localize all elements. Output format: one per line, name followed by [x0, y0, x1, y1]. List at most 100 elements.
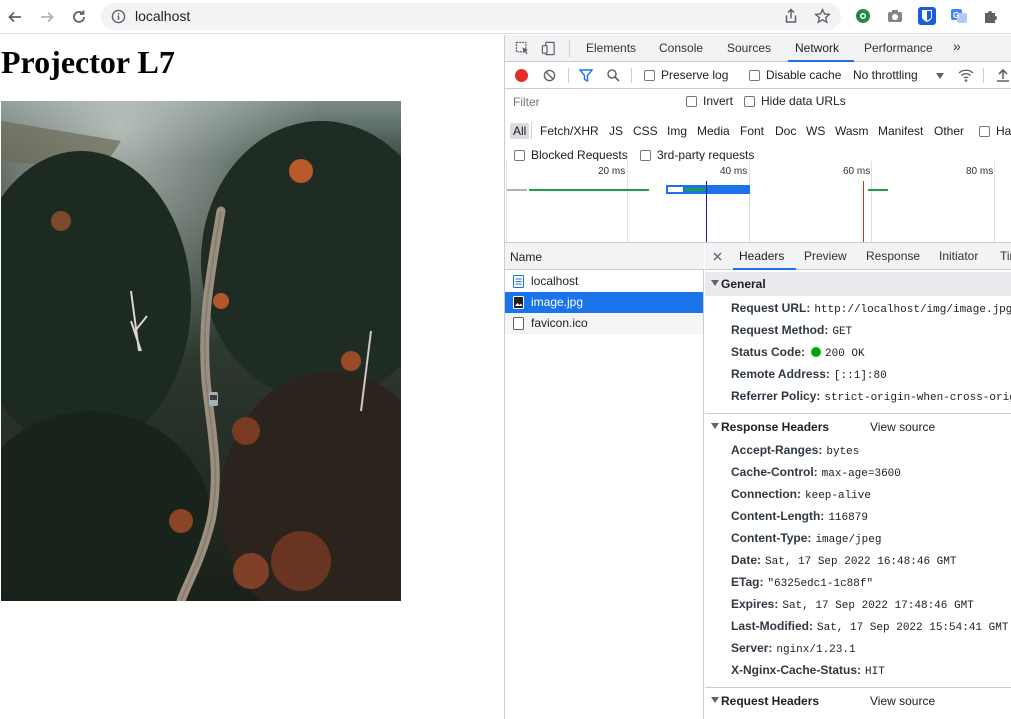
- header-value[interactable]: [::1]:80: [834, 370, 887, 382]
- has-blocked-cookies-checkbox[interactable]: [979, 126, 990, 137]
- tab-sources[interactable]: Sources: [727, 41, 771, 55]
- type-filter-fetch[interactable]: Fetch/XHR: [540, 124, 599, 138]
- bitwarden-icon[interactable]: [918, 7, 936, 25]
- tab-preview[interactable]: Preview: [804, 249, 847, 263]
- request-headers-section-header[interactable]: Request Headers View source: [705, 689, 1011, 713]
- star-icon[interactable]: [814, 8, 831, 25]
- disable-cache-checkbox[interactable]: [749, 70, 760, 81]
- tab-elements[interactable]: Elements: [586, 41, 636, 55]
- device-toolbar-icon[interactable]: [541, 41, 556, 56]
- header-key: Content-Type:: [731, 531, 812, 545]
- status-ok-icon: [811, 347, 822, 357]
- header-value[interactable]: HIT: [865, 666, 885, 678]
- search-icon[interactable]: [606, 68, 620, 82]
- network-conditions-icon[interactable]: [958, 68, 974, 83]
- type-filter-ws[interactable]: WS: [806, 124, 825, 138]
- type-filter-css[interactable]: CSS: [633, 124, 658, 138]
- translate-icon[interactable]: G: [950, 7, 968, 25]
- info-icon[interactable]: [111, 9, 126, 24]
- type-filter-all[interactable]: All: [510, 123, 530, 139]
- type-filter-js[interactable]: JS: [609, 124, 623, 138]
- header-value[interactable]: 200 OK: [825, 348, 865, 360]
- divider: [631, 68, 632, 83]
- share-icon[interactable]: [783, 8, 799, 24]
- tab-network[interactable]: Network: [795, 41, 839, 55]
- inspect-element-icon[interactable]: [515, 41, 530, 56]
- third-party-label[interactable]: 3rd-party requests: [657, 148, 754, 162]
- type-filter-manifest[interactable]: Manifest: [878, 124, 923, 138]
- header-value[interactable]: max-age=3600: [822, 468, 901, 480]
- header-row: Cache-Control: max-age=3600: [731, 465, 901, 487]
- url-text[interactable]: localhost: [135, 8, 190, 24]
- request-row[interactable]: favicon.ico: [505, 313, 703, 334]
- more-tabs-button[interactable]: »: [953, 38, 961, 54]
- filter-input[interactable]: [509, 93, 673, 111]
- request-row[interactable]: localhost: [505, 271, 703, 292]
- header-value[interactable]: Sat, 17 Sep 2022 15:54:41 GMT: [817, 622, 1008, 634]
- type-filter-img[interactable]: Img: [667, 124, 687, 138]
- header-value[interactable]: 116879: [828, 512, 868, 524]
- header-value[interactable]: strict-origin-when-cross-origin: [824, 392, 1011, 404]
- back-button[interactable]: [3, 5, 27, 29]
- disable-cache-label[interactable]: Disable cache: [766, 68, 841, 82]
- address-bar[interactable]: localhost: [101, 3, 841, 30]
- response-headers-section-header[interactable]: Response Headers View source: [705, 415, 1011, 439]
- invert-label[interactable]: Invert: [703, 94, 733, 108]
- reload-button[interactable]: [67, 5, 91, 29]
- tab-timing[interactable]: Tir: [1000, 249, 1011, 263]
- view-source-link[interactable]: View source: [870, 694, 935, 708]
- view-source-link[interactable]: View source: [870, 420, 935, 434]
- forward-button[interactable]: [35, 5, 59, 29]
- header-value[interactable]: Sat, 17 Sep 2022 17:48:46 GMT: [782, 600, 973, 612]
- name-column-header[interactable]: Name: [505, 243, 704, 270]
- header-value[interactable]: "6325edc1-1c88f": [767, 578, 873, 590]
- network-overview[interactable]: 20 ms 40 ms 60 ms 80 ms: [505, 161, 1011, 243]
- tab-initiator[interactable]: Initiator: [939, 249, 978, 263]
- header-value[interactable]: http://localhost/img/image.jpg: [814, 304, 1011, 316]
- divider: [983, 68, 984, 83]
- throttling-select[interactable]: No throttling: [853, 68, 918, 82]
- hide-data-urls-label[interactable]: Hide data URLs: [761, 94, 846, 108]
- type-filter-doc[interactable]: Doc: [775, 124, 796, 138]
- request-row-selected[interactable]: image.jpg: [505, 292, 703, 313]
- type-filter-media[interactable]: Media: [697, 124, 730, 138]
- has-blocked-cookies-label[interactable]: Ha: [996, 124, 1011, 138]
- request-detail-pane: Headers Preview Response Initiator Tir G…: [705, 243, 1011, 719]
- tab-performance[interactable]: Performance: [864, 41, 933, 55]
- header-value[interactable]: keep-alive: [805, 490, 871, 502]
- puzzle-green-icon[interactable]: [854, 7, 872, 25]
- clear-icon[interactable]: [543, 69, 556, 82]
- header-row: Referrer Policy: strict-origin-when-cross…: [731, 389, 1011, 411]
- chevron-down-icon[interactable]: [936, 73, 944, 79]
- header-key: Date:: [731, 553, 762, 567]
- header-value[interactable]: nginx/1.23.1: [776, 644, 855, 656]
- blocked-requests-label[interactable]: Blocked Requests: [531, 148, 628, 162]
- record-icon[interactable]: [515, 69, 528, 82]
- preserve-log-label[interactable]: Preserve log: [661, 68, 728, 82]
- invert-checkbox[interactable]: [686, 96, 697, 107]
- type-filter-font[interactable]: Font: [740, 124, 764, 138]
- divider: [705, 687, 1011, 688]
- hide-data-urls-checkbox[interactable]: [744, 96, 755, 107]
- header-key: Server:: [731, 641, 773, 655]
- tab-console[interactable]: Console: [659, 41, 703, 55]
- header-value[interactable]: GET: [832, 326, 852, 338]
- filter-icon[interactable]: [579, 69, 593, 82]
- triangle-down-icon: [711, 697, 719, 703]
- tab-headers[interactable]: Headers: [739, 249, 784, 263]
- third-party-checkbox[interactable]: [640, 150, 651, 161]
- header-key: Request URL:: [731, 301, 811, 315]
- type-filter-wasm[interactable]: Wasm: [835, 124, 869, 138]
- preserve-log-checkbox[interactable]: [644, 70, 655, 81]
- header-value[interactable]: bytes: [826, 446, 859, 458]
- import-har-icon[interactable]: [996, 68, 1010, 83]
- type-filter-other[interactable]: Other: [934, 124, 964, 138]
- general-section-header[interactable]: General: [705, 272, 1011, 296]
- blocked-requests-checkbox[interactable]: [514, 150, 525, 161]
- header-value[interactable]: image/jpeg: [815, 534, 881, 546]
- tab-response[interactable]: Response: [866, 249, 920, 263]
- camera-icon[interactable]: [886, 7, 904, 25]
- close-icon[interactable]: [713, 252, 722, 261]
- header-value[interactable]: Sat, 17 Sep 2022 16:48:46 GMT: [765, 556, 956, 568]
- puzzle-icon[interactable]: [982, 7, 1000, 25]
